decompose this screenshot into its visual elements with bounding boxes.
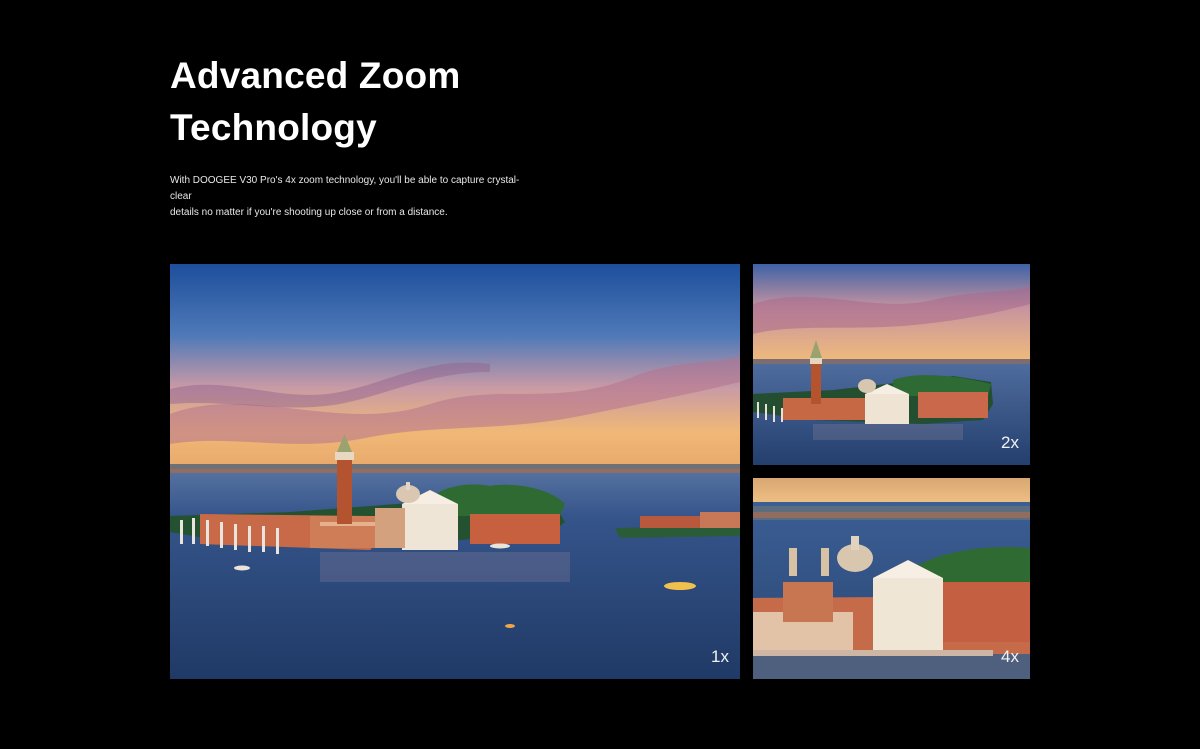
description-line-1: With DOOGEE V30 Pro's 4x zoom technology… (170, 175, 520, 202)
venice-island-wide-image (170, 264, 740, 679)
zoom-label-2x: 2x (1001, 433, 1019, 452)
zoom-feature-section: Advanced Zoom Technology With DOOGEE V30… (0, 0, 1200, 749)
title-line-2: Technology (170, 107, 377, 148)
zoom-label-4x: 4x (1001, 647, 1019, 666)
photo-2x-zoom: 2x (753, 264, 1030, 465)
photo-4x-zoom: 4x (753, 478, 1030, 679)
section-description: With DOOGEE V30 Pro's 4x zoom technology… (170, 173, 530, 221)
section-title: Advanced Zoom Technology (170, 50, 570, 154)
venice-island-4x-image (753, 478, 1030, 679)
venice-island-2x-image (753, 264, 1030, 465)
description-line-2: details no matter if you're shooting up … (170, 207, 448, 218)
zoom-label-1x: 1x (711, 647, 729, 666)
title-line-1: Advanced Zoom (170, 55, 461, 96)
photo-1x-zoom: 1x (170, 264, 740, 679)
